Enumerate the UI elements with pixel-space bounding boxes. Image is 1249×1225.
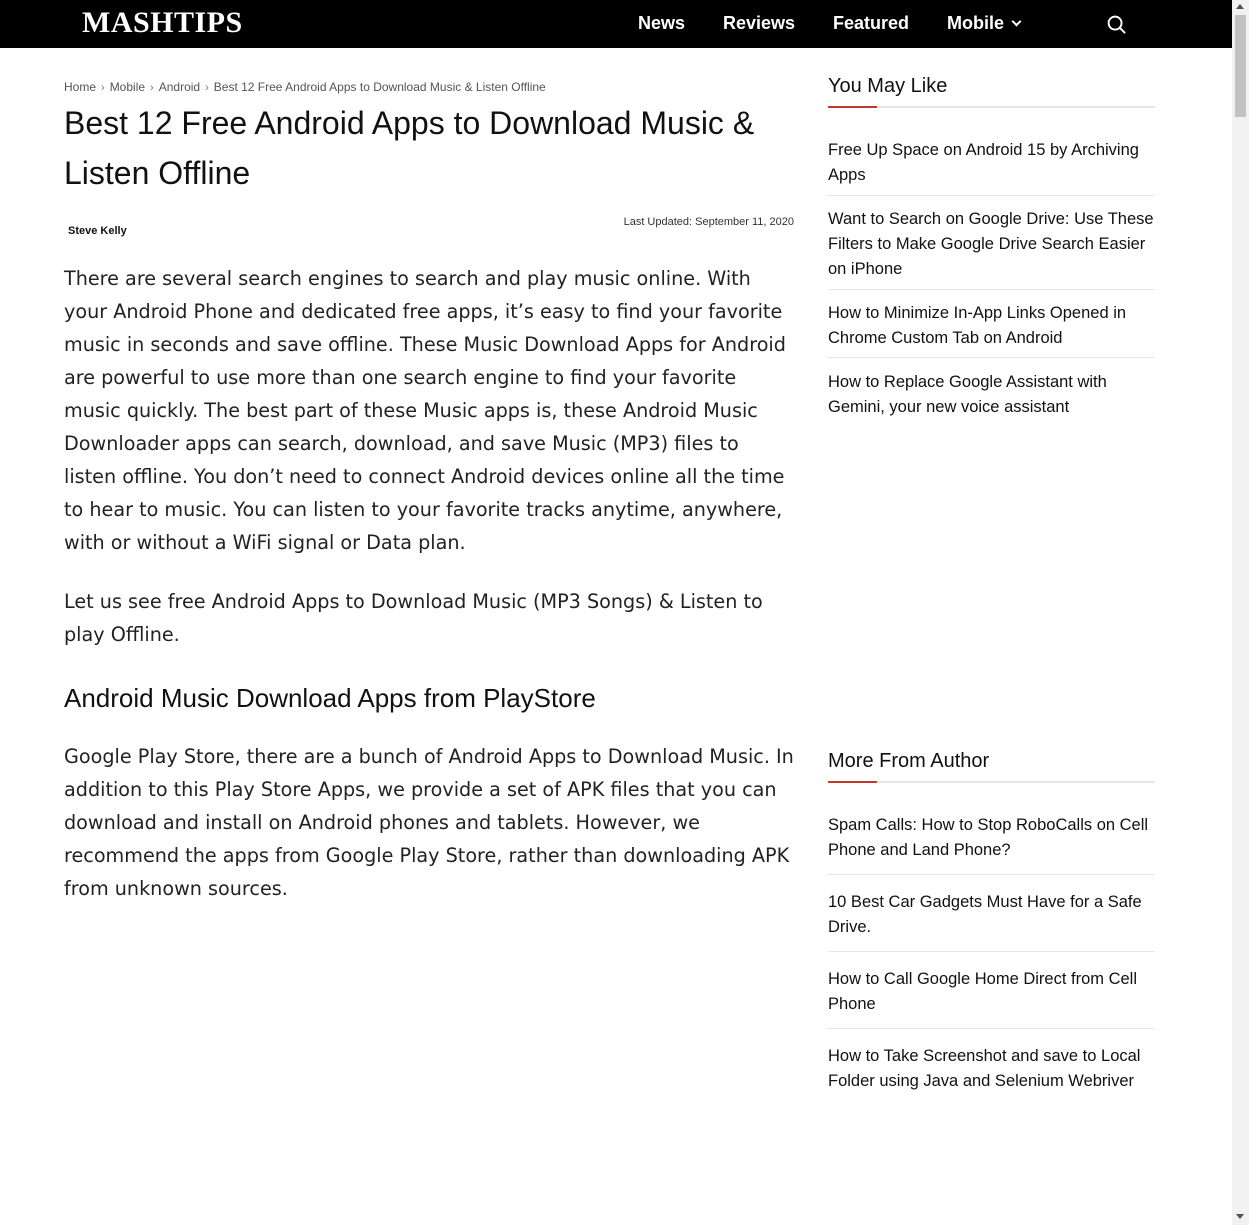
breadcrumb-separator-icon: › [150,82,154,94]
breadcrumb-current: Best 12 Free Android Apps to Download Mu… [213,80,546,94]
sidebar-link[interactable]: How to Replace Google Assistant with Gem… [828,370,1155,420]
sidebar-heading-more-from-author: More From Author [828,750,990,772]
nav-mobile[interactable]: Mobile [947,13,1022,34]
search-icon[interactable] [1107,15,1126,34]
scrollbar[interactable] [1232,0,1249,1225]
article-paragraph: Google Play Store, there are a bunch of … [64,745,794,900]
article-paragraph: There are several search engines to sear… [64,267,786,554]
heading-underline [828,781,1155,783]
heading-accent [828,781,877,783]
divider [828,195,1155,196]
chevron-down-icon [1011,16,1022,27]
scroll-up-arrow-icon[interactable] [1236,4,1244,9]
site-header: MASHTIPS News Reviews Featured Mobile [0,0,1232,48]
sidebar-link[interactable]: Spam Calls: How to Stop RoboCalls on Cel… [828,813,1155,863]
section-heading: Android Music Download Apps from PlaySto… [64,683,596,713]
sidebar-heading-you-may-like: You May Like [828,75,948,97]
sidebar-link[interactable]: How to Call Google Home Direct from Cell… [828,967,1155,1017]
sidebar-link[interactable]: 10 Best Car Gadgets Must Have for a Safe… [828,890,1155,940]
divider [828,289,1155,290]
scroll-thumb[interactable] [1235,15,1246,117]
nav-featured[interactable]: Featured [833,13,909,34]
breadcrumb: Home › Mobile › Android › Best 12 Free Android… [64,80,546,94]
author-name[interactable]: Steve Kelly [68,225,127,237]
divider [828,1028,1155,1029]
divider [828,951,1155,952]
breadcrumb-separator-icon: › [205,82,209,94]
nav-reviews[interactable]: Reviews [723,13,795,34]
breadcrumb-mobile[interactable]: Mobile [110,80,145,94]
divider [828,357,1155,358]
nav-news[interactable]: News [638,13,685,34]
divider [828,874,1155,875]
scroll-down-arrow-icon[interactable] [1236,1214,1244,1219]
breadcrumb-android[interactable]: Android [159,80,200,94]
breadcrumb-home[interactable]: Home [64,80,96,94]
sidebar-link[interactable]: How to Minimize In-App Links Opened in C… [828,301,1155,351]
article-paragraph: Let us see free Android Apps to Download… [64,590,763,646]
nav-mobile-label: Mobile [947,13,1004,33]
sidebar-link[interactable]: Want to Search on Google Drive: Use Thes… [828,207,1155,282]
sidebar-link[interactable]: How to Take Screenshot and save to Local… [828,1044,1155,1094]
sidebar-link[interactable]: Free Up Space on Android 15 by Archiving… [828,138,1155,188]
breadcrumb-separator-icon: › [101,82,105,94]
article-title: Best 12 Free Android Apps to Download Mu… [64,105,755,191]
last-updated: Last Updated: September 11, 2020 [623,216,794,228]
site-logo[interactable]: MASHTIPS [82,6,243,40]
heading-underline [828,106,1155,108]
heading-accent [828,106,877,108]
